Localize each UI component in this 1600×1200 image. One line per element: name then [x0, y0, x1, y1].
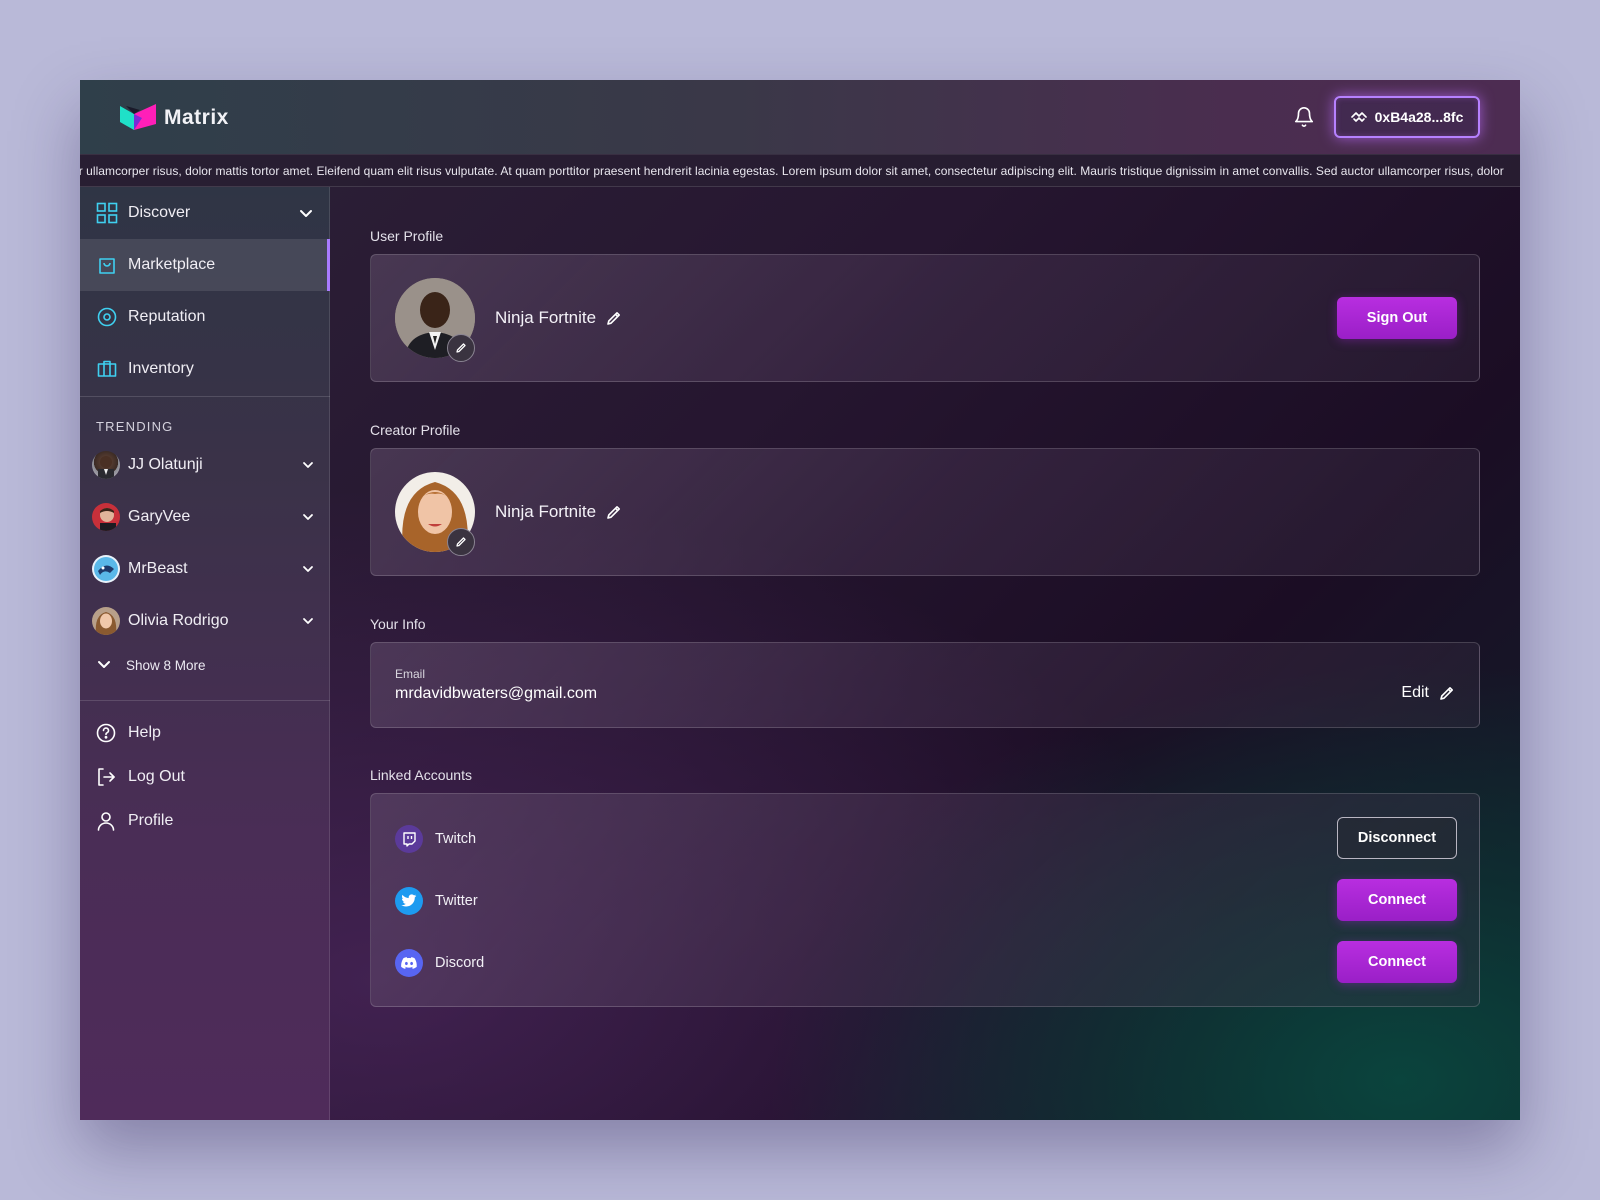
linked-account-twitch: Twitch: [395, 825, 476, 853]
sidebar-item-profile[interactable]: Profile: [96, 811, 173, 831]
logout-icon: [98, 768, 115, 786]
wallet-button[interactable]: 0xB4a28...8fc: [1334, 96, 1480, 138]
discord-icon: [395, 949, 423, 977]
sidebar: Discover Marketplace Reputation Inventor…: [80, 187, 330, 1120]
trending-item-label: GaryVee: [128, 508, 191, 525]
sidebar-item-marketplace[interactable]: Marketplace: [80, 239, 330, 291]
sidebar-item-label: Reputation: [128, 308, 206, 325]
creator-profile-name-row: Ninja Fortnite: [495, 502, 622, 522]
help-circle-icon: [96, 723, 116, 743]
avatar: [92, 555, 120, 583]
edit-label: Edit: [1401, 684, 1429, 701]
sidebar-divider: [80, 700, 330, 701]
avatar: [92, 451, 120, 479]
button-label: Disconnect: [1357, 830, 1437, 846]
trending-item-jj-olatunji[interactable]: JJ Olatunji: [80, 439, 330, 491]
sidebar-item-label: Profile: [128, 812, 174, 829]
logo[interactable]: Matrix: [120, 104, 229, 132]
sidebar-item-label: Log Out: [128, 768, 185, 785]
linked-accounts-card: Twitch Disconnect Twitter Connect Discor…: [370, 793, 1480, 1007]
edit-avatar-button[interactable]: [447, 528, 475, 556]
briefcase-icon: [96, 358, 118, 380]
ticker-text: or ullamcorper risus, dolor mattis torto…: [80, 164, 1504, 178]
sidebar-item-label: Marketplace: [128, 256, 216, 273]
trending-heading: TRENDING: [96, 419, 174, 434]
sign-out-button[interactable]: Sign Out: [1337, 297, 1457, 339]
app-window: Matrix 0xB4a28...8fc or ullamcorper risu…: [80, 80, 1520, 1120]
app-name: Matrix: [164, 106, 229, 129]
matrix-logo-icon: [120, 104, 156, 130]
trending-item-mrbeast[interactable]: MrBeast: [80, 543, 330, 595]
show-more-button[interactable]: Show 8 More: [96, 657, 206, 673]
trending-item-label: JJ Olatunji: [128, 456, 203, 473]
connect-twitter-button[interactable]: Connect: [1337, 879, 1457, 921]
avatar: [92, 607, 120, 635]
email-value: mrdavidbwaters@gmail.com: [395, 685, 598, 702]
chevron-down-icon[interactable]: [302, 511, 314, 523]
pencil-icon: [456, 537, 466, 547]
sidebar-item-label: Help: [128, 724, 161, 741]
chevron-down-icon: [98, 661, 110, 668]
creator-profile-name: Ninja Fortnite: [495, 502, 597, 521]
pencil-icon: [1440, 687, 1453, 700]
wallet-icon: [1350, 112, 1367, 122]
linked-accounts-heading: Linked Accounts: [370, 767, 472, 783]
trending-item-olivia-rodrigo[interactable]: Olivia Rodrigo: [80, 595, 330, 647]
sidebar-item-logout[interactable]: Log Out: [96, 767, 185, 787]
account-name: Twitter: [435, 893, 478, 909]
sidebar-item-reputation[interactable]: Reputation: [80, 291, 330, 343]
trending-item-label: Olivia Rodrigo: [128, 612, 229, 629]
chevron-down-icon[interactable]: [298, 205, 314, 221]
target-icon: [96, 306, 118, 328]
user-profile-card: Ninja Fortnite Sign Out: [370, 254, 1480, 382]
pencil-icon[interactable]: [606, 504, 622, 520]
pencil-icon: [456, 343, 466, 353]
sidebar-item-inventory[interactable]: Inventory: [80, 343, 330, 395]
wallet-address: 0xB4a28...8fc: [1374, 109, 1464, 125]
user-profile-name-row: Ninja Fortnite: [495, 308, 622, 328]
user-profile-name: Ninja Fortnite: [495, 308, 597, 327]
sidebar-item-label: Discover: [128, 204, 191, 221]
trending-item-label: MrBeast: [128, 560, 188, 577]
chevron-down-icon[interactable]: [302, 563, 314, 575]
grid-icon: [96, 202, 118, 224]
chevron-down-icon[interactable]: [302, 459, 314, 471]
trending-item-garyvee[interactable]: GaryVee: [80, 491, 330, 543]
linked-account-discord: Discord: [395, 949, 484, 977]
twitter-icon: [395, 887, 423, 915]
bell-icon[interactable]: [1293, 106, 1315, 128]
pencil-icon[interactable]: [606, 310, 622, 326]
twitch-icon: [395, 825, 423, 853]
chevron-down-icon[interactable]: [302, 615, 314, 627]
news-ticker: or ullamcorper risus, dolor mattis torto…: [80, 154, 1520, 187]
sidebar-divider: [80, 396, 330, 397]
your-info-heading: Your Info: [370, 616, 426, 632]
creator-profile-heading: Creator Profile: [370, 422, 461, 438]
user-profile-heading: User Profile: [370, 228, 444, 244]
creator-profile-card: Ninja Fortnite: [370, 448, 1480, 576]
user-icon: [97, 812, 115, 831]
sidebar-item-help[interactable]: Help: [96, 723, 161, 743]
top-header: Matrix 0xB4a28...8fc: [80, 80, 1520, 154]
sidebar-item-discover[interactable]: Discover: [80, 187, 330, 239]
your-info-card: Email mrdavidbwaters@gmail.com Edit: [370, 642, 1480, 728]
email-label: Email: [395, 667, 426, 681]
button-label: Connect: [1368, 892, 1426, 908]
edit-email-button[interactable]: Edit: [1401, 684, 1455, 702]
button-label: Connect: [1368, 954, 1426, 970]
linked-account-twitter: Twitter: [395, 887, 478, 915]
connect-discord-button[interactable]: Connect: [1337, 941, 1457, 983]
shopping-bag-icon: [96, 254, 118, 276]
account-name: Twitch: [435, 831, 477, 847]
disconnect-twitch-button[interactable]: Disconnect: [1337, 817, 1457, 859]
avatar: [92, 503, 120, 531]
sign-out-label: Sign Out: [1366, 310, 1428, 326]
show-more-label: Show 8 More: [126, 657, 206, 673]
sidebar-item-label: Inventory: [128, 360, 194, 377]
account-name: Discord: [435, 955, 485, 971]
edit-avatar-button[interactable]: [447, 334, 475, 362]
